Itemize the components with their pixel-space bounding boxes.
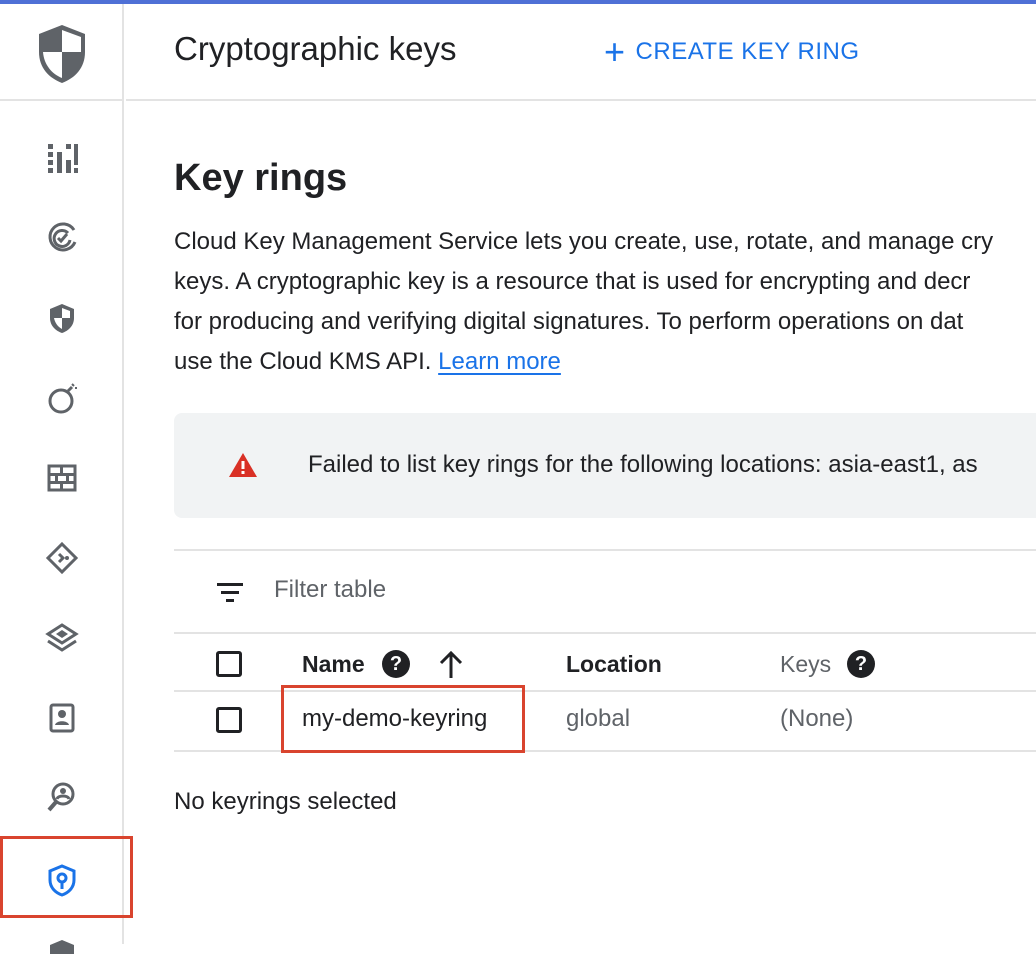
section-title: Key rings xyxy=(174,157,348,199)
description-line: keys. A cryptographic key is a resource … xyxy=(174,268,971,295)
filter-input[interactable]: Filter table xyxy=(274,576,386,604)
keyring-location: global xyxy=(566,705,631,732)
description: Cloud Key Management Service lets you cr… xyxy=(174,222,1036,382)
plus-icon: + xyxy=(604,31,626,72)
sort-ascending-icon[interactable] xyxy=(438,650,464,680)
sidebar xyxy=(0,4,124,954)
learn-more-link[interactable]: Learn more xyxy=(438,348,561,375)
bomb-icon[interactable] xyxy=(42,378,82,418)
security-shield-logo-icon xyxy=(39,25,85,83)
select-all-checkbox[interactable] xyxy=(216,651,242,677)
diamond-nav-icon[interactable] xyxy=(42,538,82,578)
shield-icon[interactable] xyxy=(42,298,82,338)
description-line: Cloud Key Management Service lets you cr… xyxy=(174,228,994,255)
search-person-icon[interactable] xyxy=(42,778,82,818)
id-card-icon[interactable] xyxy=(42,698,82,738)
description-line: for producing and verifying digital sign… xyxy=(174,308,964,335)
alert-message: Failed to list key rings for the followi… xyxy=(308,451,978,478)
layers-icon[interactable] xyxy=(42,618,82,658)
column-header-keys: Keys xyxy=(780,651,832,677)
keys-help-icon[interactable]: ? xyxy=(847,650,875,678)
error-alert: Failed to list key rings for the followi… xyxy=(174,413,1036,518)
create-key-ring-button[interactable]: + CREATE KEY RING xyxy=(604,34,860,70)
firewall-icon[interactable] xyxy=(42,458,82,498)
warning-icon xyxy=(229,453,257,477)
description-line: use the Cloud KMS API. Learn more xyxy=(174,342,1036,382)
sidebar-logo-cell xyxy=(0,4,124,101)
page-title: Cryptographic keys xyxy=(174,30,457,67)
keyring-highlight-box xyxy=(281,685,525,753)
name-help-icon[interactable]: ? xyxy=(382,650,410,678)
filter-icon[interactable] xyxy=(216,580,244,604)
table-divider xyxy=(174,549,1036,551)
dashboard-icon[interactable] xyxy=(42,138,82,178)
page-header: Cryptographic keys + CREATE KEY RING xyxy=(126,4,1036,101)
row-checkbox[interactable] xyxy=(216,707,242,733)
compliance-icon[interactable] xyxy=(42,218,82,258)
active-nav-highlight xyxy=(0,836,133,918)
selection-status: No keyrings selected xyxy=(174,788,397,815)
column-header-name[interactable]: Name xyxy=(302,651,365,678)
keyring-keys: (None) xyxy=(780,705,854,732)
partial-nav-icon[interactable] xyxy=(42,934,82,974)
description-text: use the Cloud KMS API. xyxy=(174,348,432,375)
column-header-location[interactable]: Location xyxy=(566,651,662,678)
create-key-ring-label: CREATE KEY RING xyxy=(635,38,860,65)
table-header: Name ? Location Keys ? xyxy=(174,632,1036,692)
